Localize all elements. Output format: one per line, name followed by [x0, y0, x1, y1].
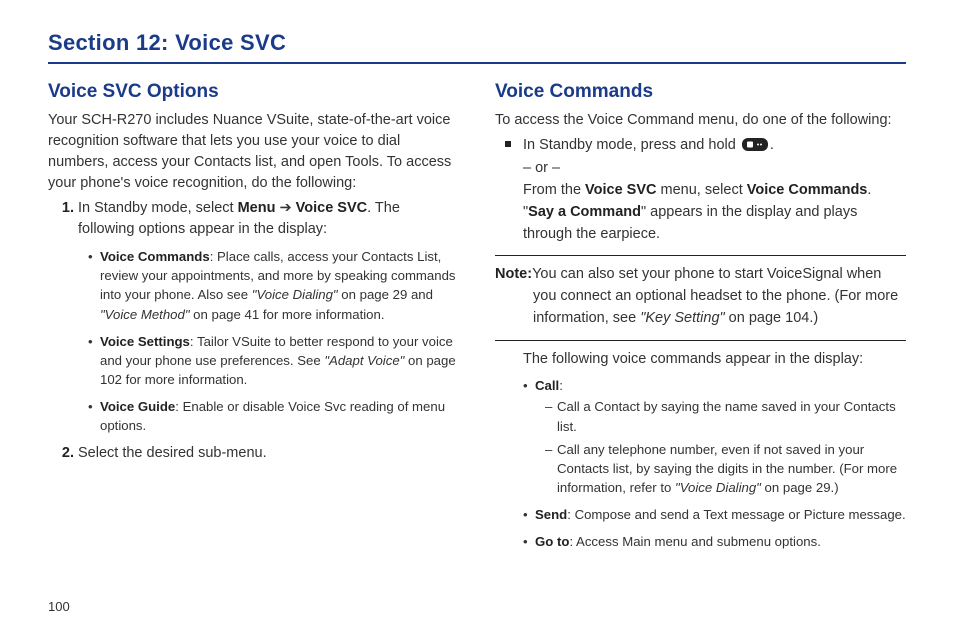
bullet1-t2: on page 29 and [338, 287, 433, 302]
step-1-text-a: In Standby mode, select [78, 200, 238, 216]
send-text: : Compose and send a Text message or Pic… [567, 507, 905, 522]
voice-svc-options-heading: Voice SVC Options [48, 78, 459, 106]
call-colon: : [559, 378, 563, 393]
bullet-voice-guide: Voice Guide: Enable or disable Voice Svc… [88, 397, 459, 435]
access-step-2: From the Voice SVC menu, select Voice Co… [495, 180, 906, 202]
press-hold-text: In Standby mode, press and hold [523, 137, 740, 153]
send-label: Send [535, 507, 567, 522]
section-title: Section 12: Voice SVC [48, 30, 906, 64]
period2: . [867, 182, 871, 198]
or-separator: – or – [495, 158, 906, 180]
ref-key-setting: "Key Setting" [640, 310, 724, 326]
voice-svc-steps: In Standby mode, select Menu ➔ Voice SVC… [48, 198, 459, 466]
ref-adapt-voice: "Adapt Voice" [324, 353, 404, 368]
say-a-command-line: "Say a Command" appears in the display a… [495, 202, 906, 246]
voice-commands-heading: Voice Commands [495, 78, 906, 106]
left-column: Voice SVC Options Your SCH-R270 includes… [48, 76, 459, 559]
ref-voice-dialing: "Voice Dialing" [252, 287, 338, 302]
bullet-voice-settings: Voice Settings: Tailor VSuite to better … [88, 332, 459, 389]
rule-bottom [495, 340, 906, 341]
cmd-goto: Go to: Access Main menu and submenu opti… [523, 532, 906, 551]
call-label: Call [535, 378, 559, 393]
access-steps: In Standby mode, press and hold . [495, 135, 906, 157]
step-1-bullets: Voice Commands: Place calls, access your… [78, 247, 459, 435]
say-a-command-label: Say a Command [528, 204, 641, 220]
voice-svc-options-intro: Your SCH-R270 includes Nuance VSuite, st… [48, 110, 459, 194]
ref-voice-dialing-2: "Voice Dialing" [675, 480, 761, 495]
voice-svc-label: Voice SVC [296, 200, 367, 216]
note-t2: on page 104.) [725, 310, 819, 326]
call-sub: Call a Contact by saying the name saved … [535, 397, 906, 497]
step-2: Select the desired sub-menu. [78, 443, 459, 465]
step-1: In Standby mode, select Menu ➔ Voice SVC… [78, 198, 459, 436]
cmd-call: Call: Call a Contact by saying the name … [523, 376, 906, 497]
voice-settings-label: Voice Settings [100, 334, 190, 349]
call-sub-2: Call any telephone number, even if not s… [545, 440, 906, 497]
two-column-layout: Voice SVC Options Your SCH-R270 includes… [48, 76, 906, 559]
bullet-voice-commands: Voice Commands: Place calls, access your… [88, 247, 459, 324]
manual-page: Section 12: Voice SVC Voice SVC Options … [0, 0, 954, 636]
note-label: Note: [495, 266, 532, 282]
from-text: From the [523, 182, 585, 198]
command-list: Call: Call a Contact by saying the name … [495, 376, 906, 551]
press-hold-period: . [770, 137, 774, 153]
voice-svc-menu-label: Voice SVC [585, 182, 656, 198]
page-number: 100 [48, 599, 70, 614]
goto-label: Go to [535, 534, 569, 549]
call-d2b: on page 29.) [761, 480, 839, 495]
arrow-glyph: ➔ [275, 200, 295, 216]
ok-key-icon [742, 138, 768, 151]
ref-voice-method: "Voice Method" [100, 307, 190, 322]
bullet1-t3: on page 41 for more information. [190, 307, 385, 322]
voice-commands-label: Voice Commands [100, 249, 210, 264]
voice-guide-label: Voice Guide [100, 399, 175, 414]
cmd-send: Send: Compose and send a Text message or… [523, 505, 906, 524]
goto-text: : Access Main menu and submenu options. [569, 534, 820, 549]
rule-top [495, 255, 906, 256]
menu-label: Menu [238, 200, 276, 216]
right-column: Voice Commands To access the Voice Comma… [495, 76, 906, 559]
voice-commands-intro: To access the Voice Command menu, do one… [495, 110, 906, 131]
following-commands: The following voice commands appear in t… [495, 349, 906, 371]
call-sub-1: Call a Contact by saying the name saved … [545, 397, 906, 435]
note-block: Note:You can also set your phone to star… [495, 264, 906, 329]
select-text: menu, select [657, 182, 747, 198]
voice-commands-menu-label: Voice Commands [747, 182, 868, 198]
access-step-1: In Standby mode, press and hold . [523, 135, 906, 157]
